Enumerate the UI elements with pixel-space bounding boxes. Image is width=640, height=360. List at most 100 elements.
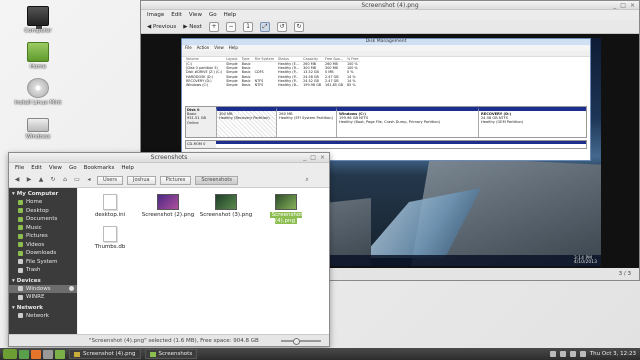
close-icon[interactable]: × xyxy=(320,153,325,163)
sidebar-item-winre[interactable]: WINRE xyxy=(9,293,77,302)
computer-icon[interactable]: ▭ xyxy=(73,176,81,184)
back-icon[interactable]: ◀ xyxy=(13,176,21,184)
menu-bookmarks[interactable]: Bookmarks xyxy=(84,165,115,171)
menu-view[interactable]: View xyxy=(189,12,202,18)
sidebar-item-desktop[interactable]: Desktop xyxy=(9,207,77,216)
file-name: Screenshot (3).png xyxy=(199,212,253,218)
table-cell: 85 % xyxy=(346,83,356,88)
menu-button[interactable] xyxy=(3,349,17,359)
table-cell: Basic xyxy=(241,83,251,88)
menu-help[interactable]: Help xyxy=(121,165,134,171)
minimize-icon[interactable]: _ xyxy=(613,1,616,10)
zoom-in-icon[interactable]: + xyxy=(209,21,220,32)
rotate-right-icon[interactable]: ↻ xyxy=(294,21,305,32)
partition-block: RECOVERY (D:) 24.58 GB NTFS Healthy (OEM… xyxy=(478,107,586,137)
sidebar-item-label: WINRE xyxy=(26,294,45,301)
volume-table: Volume Layout Type File System Status Ca… xyxy=(184,57,361,88)
file-item-selected[interactable]: Screenshot (4).png xyxy=(258,194,314,224)
menu-file[interactable]: File xyxy=(15,165,24,171)
reload-icon[interactable]: ↻ xyxy=(49,176,57,184)
cdrom-row: CD-ROM 0 xyxy=(185,140,587,149)
taskbar-item-screenshots[interactable]: Screenshots xyxy=(144,349,198,359)
firefox-icon[interactable] xyxy=(31,349,41,359)
breadcrumb-joshua[interactable]: Joshua xyxy=(127,175,156,185)
file-manager-window[interactable]: Screenshots _ □ × File Edit View Go Book… xyxy=(8,152,330,347)
volume-icon[interactable] xyxy=(569,351,576,357)
breadcrumb-pictures[interactable]: Pictures xyxy=(159,175,192,185)
next-button[interactable]: ▶ Next xyxy=(183,24,202,30)
file-name: Thumbs.db xyxy=(94,244,126,250)
network-icon[interactable] xyxy=(559,351,566,357)
menu-go[interactable]: Go xyxy=(69,165,77,171)
forward-icon[interactable]: ▶ xyxy=(25,176,33,184)
file-name: desktop.ini xyxy=(94,212,126,218)
close-icon[interactable]: × xyxy=(630,1,635,10)
image-thumbnail-icon xyxy=(275,194,297,210)
drive-icon xyxy=(18,294,23,300)
file-item[interactable]: Screenshot (3).png xyxy=(198,194,254,218)
sidebar-section-my-computer[interactable]: ▾ My Computer xyxy=(9,188,77,198)
file-item[interactable]: Screenshot (2).png xyxy=(140,194,196,218)
zoom-out-icon[interactable]: − xyxy=(226,21,237,32)
clock[interactable]: Thu Oct 3, 12:23 xyxy=(590,351,636,357)
zoom-normal-icon[interactable]: 1 xyxy=(243,21,254,32)
sidebar-item-windows[interactable]: Windows xyxy=(9,284,77,293)
system-tray: Thu Oct 3, 12:23 xyxy=(549,351,640,357)
terminal-icon[interactable] xyxy=(43,349,53,359)
eject-icon[interactable] xyxy=(69,286,74,292)
database-file-icon xyxy=(103,226,117,242)
sidebar-item-trash[interactable]: Trash xyxy=(9,266,77,275)
sidebar-item-downloads[interactable]: Downloads xyxy=(9,249,77,258)
taskbar-item-viewer[interactable]: Screenshot (4).png xyxy=(69,349,141,359)
window-title: Screenshots xyxy=(150,154,188,161)
sidebar-item-pictures[interactable]: Pictures xyxy=(9,232,77,241)
menu-go[interactable]: Go xyxy=(209,12,217,18)
sidebar-section-devices[interactable]: ▾ Devices xyxy=(9,275,77,285)
menu-view[interactable]: View xyxy=(49,165,62,171)
previous-button[interactable]: ◀ Previous xyxy=(147,24,176,30)
up-icon[interactable]: ▲ xyxy=(37,176,45,184)
search-icon[interactable]: ⌕ xyxy=(303,176,311,184)
fm-titlebar[interactable]: Screenshots _ □ × xyxy=(9,153,329,163)
sidebar-item-home[interactable]: Home xyxy=(9,198,77,207)
next-label: Next xyxy=(189,23,203,30)
sidebar-item-file-system[interactable]: File System xyxy=(9,258,77,267)
desktop-icon-computer[interactable]: Computer xyxy=(6,6,70,34)
files-icon[interactable] xyxy=(55,349,65,359)
file-item[interactable]: Thumbs.db xyxy=(82,226,138,250)
update-icon[interactable] xyxy=(549,351,556,357)
breadcrumb-screenshots[interactable]: Screenshots xyxy=(195,175,238,185)
sidebar-item-videos[interactable]: Videos xyxy=(9,241,77,250)
maximize-icon[interactable]: □ xyxy=(310,153,316,163)
desktop-icon-install[interactable]: Install Linux Mint xyxy=(6,78,70,106)
toggle-location-icon[interactable]: ◂ xyxy=(85,176,93,184)
table-cell: Simple xyxy=(226,83,238,88)
menu-edit[interactable]: Edit xyxy=(31,165,42,171)
fm-statusbar: "Screenshot (4).png" selected (1.6 MB), … xyxy=(9,334,329,346)
battery-icon[interactable] xyxy=(579,351,586,357)
zoom-fit-icon[interactable]: ⤢ xyxy=(260,21,271,32)
breadcrumb-users[interactable]: Users xyxy=(97,175,124,185)
home-icon[interactable]: ⌂ xyxy=(61,176,69,184)
sidebar-item-network[interactable]: Network xyxy=(9,312,77,321)
desktop-icon-windows[interactable]: Windows xyxy=(6,112,70,140)
zoom-slider[interactable] xyxy=(281,338,321,345)
file-item[interactable]: desktop.ini xyxy=(82,194,138,218)
dm-menu-item: View xyxy=(214,45,224,50)
folder-icon xyxy=(149,351,156,357)
minimize-icon[interactable]: _ xyxy=(303,153,306,163)
maximize-icon[interactable]: □ xyxy=(620,1,626,10)
desktop-icon-home[interactable]: Home xyxy=(6,42,70,70)
menu-edit[interactable]: Edit xyxy=(171,12,182,18)
rotate-left-icon[interactable]: ↺ xyxy=(277,21,288,32)
desktop-icon-label: Windows xyxy=(25,134,51,140)
file-view[interactable]: desktop.ini Screenshot (2).png Screensho… xyxy=(78,188,329,336)
menu-image[interactable]: Image xyxy=(147,12,164,18)
show-desktop-icon[interactable] xyxy=(19,349,29,359)
sidebar-section-network[interactable]: ▾ Network xyxy=(9,302,77,312)
sidebar-item-label: Trash xyxy=(26,267,41,274)
menu-help[interactable]: Help xyxy=(224,12,237,18)
sidebar-item-music[interactable]: Music xyxy=(9,224,77,233)
sidebar-item-documents[interactable]: Documents xyxy=(9,215,77,224)
viewer-titlebar[interactable]: Screenshot (4).png _ □ × xyxy=(141,1,639,10)
